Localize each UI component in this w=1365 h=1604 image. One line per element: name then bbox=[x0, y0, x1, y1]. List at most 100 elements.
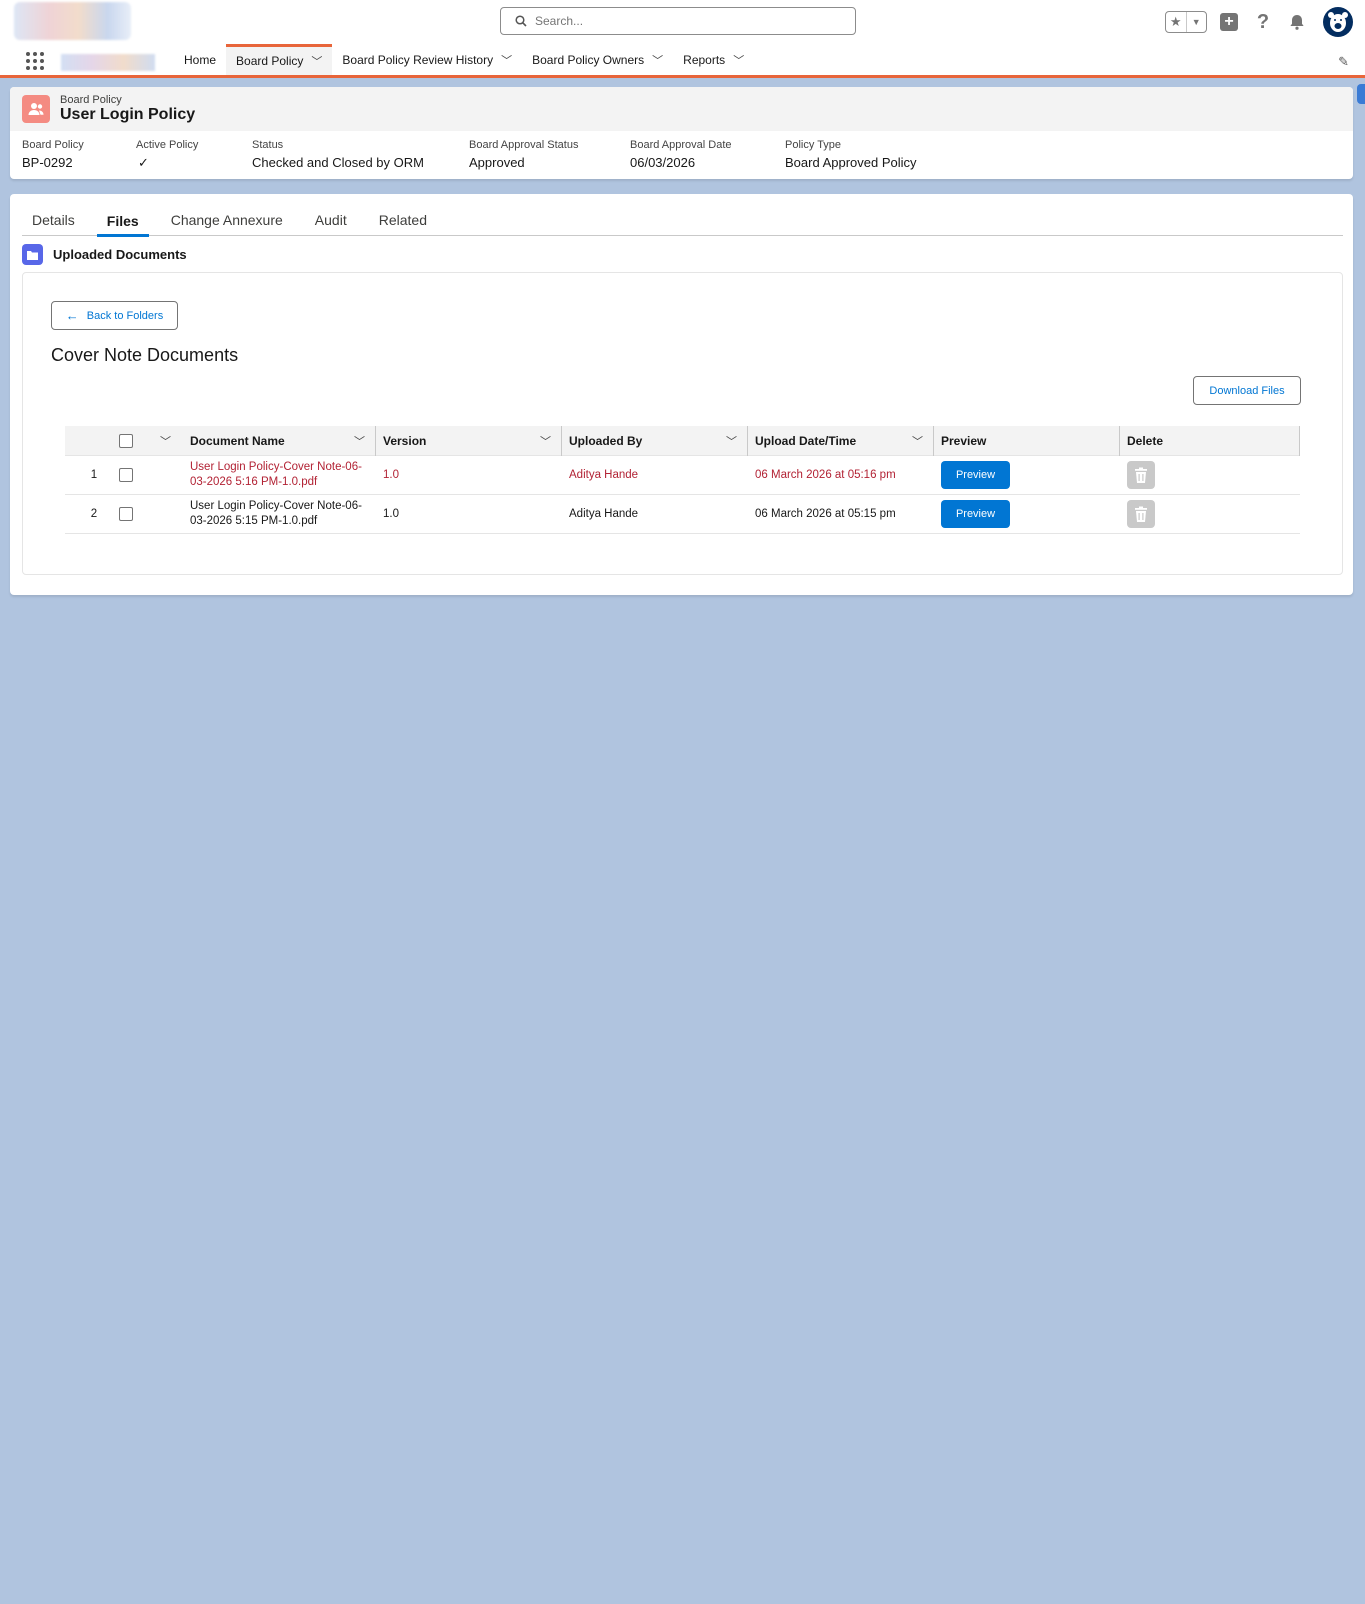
favorites-menu-icon[interactable]: ▼ bbox=[1185, 12, 1207, 32]
nav-item-board-policy[interactable]: Board Policy ﹀ bbox=[226, 44, 333, 75]
preview-button[interactable]: Preview bbox=[941, 500, 1010, 528]
nav-item-home[interactable]: Home bbox=[174, 44, 226, 75]
column-header-version[interactable]: Version ﹀ bbox=[383, 426, 561, 456]
field-board-approval-status: Board Approval Status Approved bbox=[469, 139, 578, 170]
record-tabs: Details Files Change Annexure Audit Rela… bbox=[22, 204, 1343, 237]
field-value: Checked and Closed by ORM bbox=[252, 155, 424, 170]
record-highlights: Board Policy User Login Policy Board Pol… bbox=[10, 87, 1353, 179]
chevron-down-icon[interactable]: ﹀ bbox=[912, 433, 923, 449]
org-logo[interactable] bbox=[14, 2, 131, 40]
row-number: 2 bbox=[90, 508, 98, 520]
search-input[interactable] bbox=[535, 14, 835, 28]
document-name[interactable]: User Login Policy-Cover Note-06- 03-2026… bbox=[190, 499, 365, 529]
uploaded-documents-header: Uploaded Documents bbox=[22, 244, 187, 265]
tab-details[interactable]: Details bbox=[22, 204, 85, 236]
table-row: 2 User Login Policy-Cover Note-06- 03-20… bbox=[65, 495, 1300, 534]
chevron-down-icon[interactable]: ﹀ bbox=[501, 52, 512, 68]
column-header-uploaded-by[interactable]: Uploaded By ﹀ bbox=[569, 426, 747, 456]
record-title: User Login Policy bbox=[60, 106, 196, 123]
preview-button[interactable]: Preview bbox=[941, 461, 1010, 489]
bell-icon bbox=[1290, 15, 1304, 30]
row-checkbox[interactable] bbox=[119, 468, 133, 482]
column-label: Delete bbox=[1127, 434, 1164, 448]
download-files-button[interactable]: Download Files bbox=[1193, 376, 1301, 405]
app-nav-bar: Home Board Policy ﹀ Board Policy Review … bbox=[0, 44, 1365, 78]
row-checkbox[interactable] bbox=[119, 507, 133, 521]
select-all-header bbox=[119, 426, 133, 456]
column-header-delete: Delete bbox=[1127, 426, 1305, 456]
header-actions: ★ ▼ + ? bbox=[1165, 6, 1353, 38]
tab-files[interactable]: Files bbox=[96, 204, 149, 237]
chevron-down-icon[interactable]: ﹀ bbox=[354, 433, 365, 449]
nav-item-reports[interactable]: Reports ﹀ bbox=[673, 44, 754, 75]
global-actions-button[interactable]: + bbox=[1217, 10, 1241, 34]
column-header-upload-datetime[interactable]: Upload Date/Time ﹀ bbox=[755, 426, 933, 456]
field-board-approval-date: Board Approval Date 06/03/2026 bbox=[630, 139, 732, 170]
favorites-star-icon[interactable]: ★ bbox=[1166, 12, 1186, 32]
global-header: ★ ▼ + ? bbox=[0, 0, 1365, 44]
section-title: Uploaded Documents bbox=[53, 247, 187, 262]
back-to-folders-button[interactable]: ← Back to Folders bbox=[51, 301, 178, 330]
nav-item-board-policy-review-history[interactable]: Board Policy Review History ﹀ bbox=[332, 44, 522, 75]
document-name-line: 03-2026 5:15 PM-1.0.pdf bbox=[190, 515, 318, 527]
nav-item-label: Board Policy Review History bbox=[342, 52, 494, 67]
notifications-button[interactable] bbox=[1285, 10, 1309, 34]
tab-related[interactable]: Related bbox=[369, 204, 437, 236]
nav-item-board-policy-owners[interactable]: Board Policy Owners ﹀ bbox=[522, 44, 673, 75]
field-value: 06/03/2026 bbox=[630, 155, 696, 170]
document-name-cell[interactable]: User Login Policy-Cover Note-06- 03-2026… bbox=[190, 495, 365, 533]
documents-table: ﹀ Document Name ﹀ Version ﹀ Uploaded By … bbox=[65, 426, 1300, 534]
global-search[interactable] bbox=[500, 7, 856, 35]
version-cell: 1.0 bbox=[383, 469, 399, 481]
delete-cell bbox=[1127, 495, 1155, 533]
field-label: Status bbox=[252, 139, 284, 151]
search-icon bbox=[515, 15, 527, 27]
document-name-cell[interactable]: User Login Policy-Cover Note-06- 03-2026… bbox=[190, 456, 365, 494]
nav-item-label: Home bbox=[184, 52, 217, 67]
field-policy-type: Policy Type Board Approved Policy bbox=[785, 139, 917, 170]
chevron-down-icon[interactable]: ﹀ bbox=[652, 52, 663, 68]
bear-avatar-icon bbox=[1328, 12, 1348, 32]
app-name bbox=[61, 54, 155, 71]
delete-button[interactable] bbox=[1127, 461, 1155, 489]
row-checkbox-cell bbox=[119, 495, 133, 533]
chevron-down-icon[interactable]: ﹀ bbox=[160, 433, 171, 449]
field-board-policy: Board Policy BP-0292 bbox=[22, 139, 84, 170]
help-icon: ? bbox=[1256, 10, 1270, 33]
row-number: 1 bbox=[90, 469, 98, 481]
document-name[interactable]: User Login Policy-Cover Note-06- 03-2026… bbox=[190, 460, 365, 490]
field-label: Board Policy bbox=[22, 139, 84, 151]
row-checkbox-cell bbox=[119, 456, 133, 494]
upload-datetime-cell: 06 March 2026 at 05:15 pm bbox=[755, 508, 896, 520]
column-label: Version bbox=[383, 434, 427, 448]
tab-audit[interactable]: Audit bbox=[305, 204, 357, 236]
chevron-down-icon[interactable]: ﹀ bbox=[726, 433, 737, 449]
edit-nav-pencil-icon[interactable]: ✎ bbox=[1338, 54, 1349, 70]
field-value: Approved bbox=[469, 155, 525, 170]
chevron-down-icon[interactable]: ﹀ bbox=[311, 53, 322, 69]
record-header: Board Policy User Login Policy bbox=[10, 87, 1353, 131]
table-header: ﹀ Document Name ﹀ Version ﹀ Uploaded By … bbox=[65, 426, 1300, 456]
field-value: BP-0292 bbox=[22, 155, 73, 170]
chevron-down-icon[interactable]: ﹀ bbox=[733, 52, 744, 68]
nav-item-label: Board Policy Owners bbox=[532, 52, 645, 67]
checkmark-icon: ✓ bbox=[138, 155, 149, 170]
trash-icon bbox=[1135, 506, 1147, 522]
help-button[interactable]: ? bbox=[1251, 10, 1275, 34]
field-status: Status Checked and Closed by ORM bbox=[252, 139, 424, 170]
column-label: Uploaded By bbox=[569, 434, 643, 448]
user-avatar[interactable] bbox=[1323, 7, 1353, 37]
chevron-down-icon[interactable]: ﹀ bbox=[540, 433, 551, 449]
field-label: Policy Type bbox=[785, 139, 842, 151]
uploaded-by-cell: Aditya Hande bbox=[569, 469, 639, 481]
app-launcher-icon[interactable] bbox=[26, 52, 44, 70]
select-all-checkbox[interactable] bbox=[119, 434, 133, 448]
preview-cell: Preview bbox=[941, 456, 1010, 494]
policy-record-icon bbox=[22, 95, 50, 123]
tab-change-annexure[interactable]: Change Annexure bbox=[161, 204, 293, 236]
delete-cell bbox=[1127, 456, 1155, 494]
delete-button[interactable] bbox=[1127, 500, 1155, 528]
side-panel-handle[interactable] bbox=[1357, 84, 1365, 104]
column-header-document-name[interactable]: Document Name ﹀ bbox=[190, 426, 375, 456]
nav-item-label: Board Policy bbox=[236, 54, 304, 68]
